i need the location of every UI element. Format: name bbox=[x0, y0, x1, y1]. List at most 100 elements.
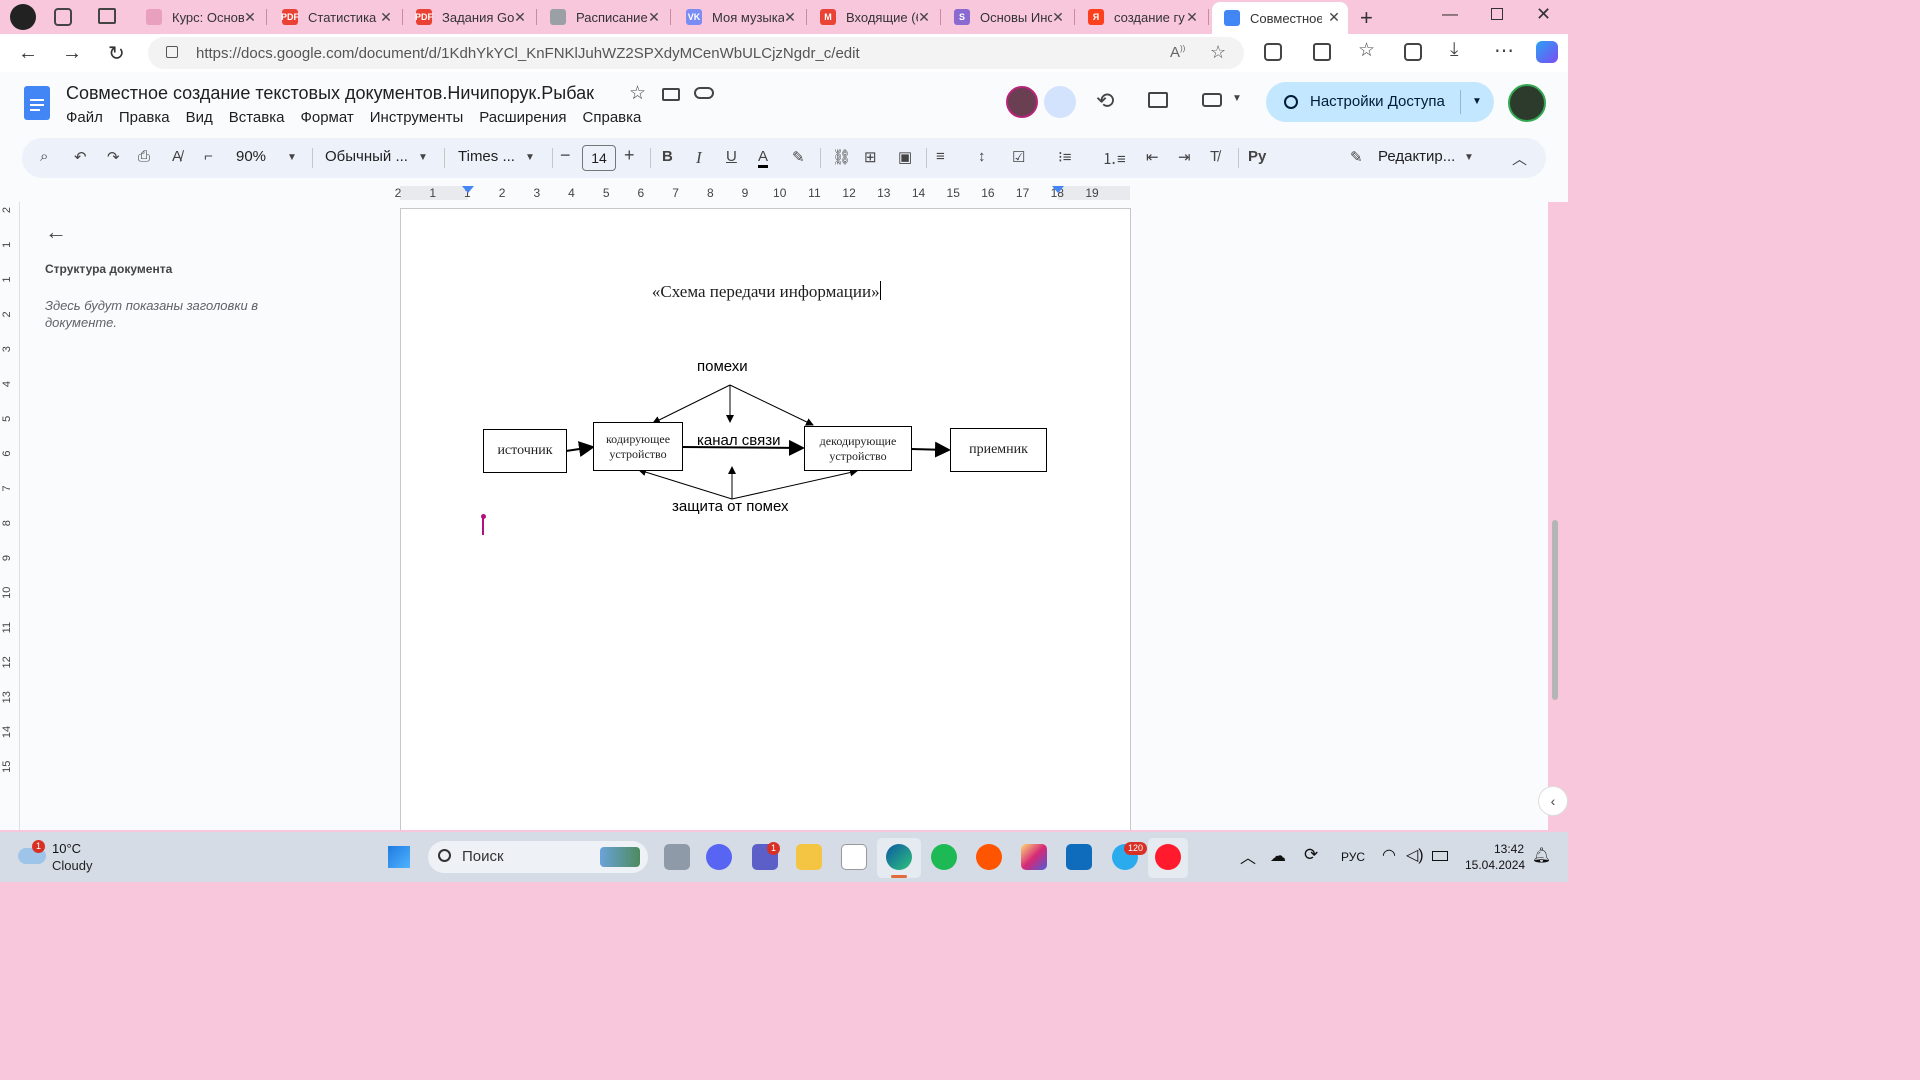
meet-present-icon[interactable] bbox=[1044, 86, 1076, 118]
add-comment-icon[interactable]: ⊞ bbox=[864, 148, 877, 166]
tab-close-icon[interactable]: ✕ bbox=[646, 9, 662, 26]
meet-icon[interactable] bbox=[1202, 93, 1222, 107]
underline-icon[interactable]: U bbox=[726, 148, 737, 165]
undo-icon[interactable]: ↶ bbox=[74, 148, 87, 166]
favorite-star-icon[interactable]: ☆ bbox=[1210, 42, 1226, 63]
wifi-icon[interactable]: ◠ bbox=[1382, 845, 1396, 865]
browser-tab[interactable]: VK Моя музыка ✕ bbox=[674, 2, 804, 32]
encoder-box[interactable]: кодирующее устройство bbox=[593, 422, 683, 471]
insert-image-icon[interactable]: ▣ bbox=[898, 148, 912, 166]
comments-icon[interactable] bbox=[1148, 92, 1168, 108]
tab-close-icon[interactable]: ✕ bbox=[1050, 9, 1066, 26]
paint-format-icon[interactable]: ⌐ bbox=[204, 148, 213, 165]
chevron-down-icon[interactable]: ▼ bbox=[1232, 93, 1242, 104]
menu-item[interactable]: Справка bbox=[583, 109, 642, 126]
font-size-input[interactable]: 14 bbox=[582, 145, 616, 171]
forward-icon[interactable]: → bbox=[62, 42, 82, 65]
tab-actions-icon[interactable] bbox=[98, 8, 116, 24]
document-title[interactable]: Совместное создание текстовых документов… bbox=[66, 83, 594, 104]
back-icon[interactable]: ← bbox=[18, 42, 38, 65]
numbered-list-icon[interactable]: ⒈≡ bbox=[1102, 148, 1126, 169]
increase-indent-icon[interactable]: ⇥ bbox=[1178, 148, 1191, 166]
browser-tab[interactable]: PDF Задания Go ✕ bbox=[404, 2, 534, 32]
menu-item[interactable]: Вставка bbox=[229, 109, 285, 126]
spotify-icon[interactable] bbox=[931, 844, 957, 870]
receiver-box[interactable]: приемник bbox=[950, 428, 1047, 472]
weather-condition[interactable]: Cloudy bbox=[52, 858, 92, 873]
microsoft-store-icon[interactable] bbox=[841, 844, 867, 870]
highlight-icon[interactable]: ✎ bbox=[792, 148, 805, 166]
tab-close-icon[interactable]: ✕ bbox=[1326, 9, 1342, 26]
show-hidden-icons[interactable]: ︿ bbox=[1240, 844, 1256, 868]
mode-dropdown-icon[interactable]: ▼ bbox=[1464, 152, 1474, 163]
align-icon[interactable]: ≡ bbox=[936, 148, 945, 165]
task-view-icon[interactable] bbox=[664, 844, 690, 870]
browser-tab[interactable]: Совместное ✕ bbox=[1212, 2, 1348, 34]
instagram-icon[interactable] bbox=[1021, 844, 1047, 870]
tab-close-icon[interactable]: ✕ bbox=[782, 9, 798, 26]
cloud-saved-icon[interactable] bbox=[694, 87, 714, 99]
clear-format-icon[interactable]: T̸ bbox=[1210, 148, 1219, 165]
tab-close-icon[interactable]: ✕ bbox=[512, 9, 528, 26]
font-select[interactable]: Times ... bbox=[458, 148, 515, 165]
discord-icon[interactable] bbox=[706, 844, 732, 870]
browser-tab[interactable]: Ясоздание гу ✕ bbox=[1076, 2, 1206, 32]
print-icon[interactable]: ⎙ bbox=[138, 148, 150, 165]
browser-tab[interactable]: Курс: Основ ✕ bbox=[134, 2, 264, 32]
decrease-indent-icon[interactable]: ⇤ bbox=[1146, 148, 1159, 166]
menu-item[interactable]: Правка bbox=[119, 109, 170, 126]
stack-app-icon[interactable] bbox=[1066, 844, 1092, 870]
style-dropdown-icon[interactable]: ▼ bbox=[418, 152, 428, 163]
increase-size-icon[interactable]: + bbox=[624, 145, 635, 166]
soundcloud-icon[interactable] bbox=[976, 844, 1002, 870]
expand-side-panel-button[interactable]: ‹ bbox=[1538, 786, 1568, 816]
weather-temp[interactable]: 10°C bbox=[52, 841, 81, 856]
edge-icon[interactable] bbox=[886, 844, 912, 870]
more-menu-icon[interactable]: ⋯ bbox=[1494, 38, 1514, 63]
menu-item[interactable]: Формат bbox=[300, 109, 353, 126]
zoom-dropdown-icon[interactable]: ▼ bbox=[287, 152, 297, 163]
opera-icon[interactable] bbox=[1155, 844, 1181, 870]
language-indicator[interactable]: РУС bbox=[1341, 850, 1365, 864]
decrease-size-icon[interactable]: − bbox=[560, 145, 571, 166]
browser-tab[interactable]: Расписание ✕ bbox=[538, 2, 668, 32]
minimize-button[interactable]: — bbox=[1442, 6, 1458, 24]
checklist-icon[interactable]: ☑ bbox=[1012, 148, 1025, 166]
close-window-button[interactable]: ✕ bbox=[1536, 4, 1551, 25]
taskbar-search[interactable]: Поиск bbox=[428, 841, 648, 873]
scrollbar-thumb[interactable] bbox=[1552, 520, 1558, 700]
mode-select[interactable]: Редактир... bbox=[1378, 148, 1455, 165]
decoder-box[interactable]: декодирующие устройство bbox=[804, 426, 912, 471]
site-info-icon[interactable] bbox=[166, 46, 178, 58]
battery-icon[interactable] bbox=[1432, 851, 1448, 861]
reload-icon[interactable]: ↻ bbox=[108, 41, 125, 66]
spellcheck-icon[interactable]: A̸ bbox=[172, 148, 182, 165]
extensions-icon[interactable] bbox=[1264, 43, 1282, 61]
source-box[interactable]: источник bbox=[483, 429, 567, 473]
vertical-ruler[interactable]: 2 1 1 2 3 4 5 6 7 8 9 10 11 12 13 14 15 bbox=[0, 202, 20, 830]
close-outline-icon[interactable]: ← bbox=[45, 219, 67, 245]
menu-item[interactable]: Инструменты bbox=[370, 109, 464, 126]
link-icon[interactable]: ⛓ bbox=[832, 148, 851, 166]
downloads-icon[interactable]: ⤓ bbox=[1450, 39, 1458, 61]
read-aloud-icon[interactable]: A)) bbox=[1170, 44, 1185, 61]
collapse-toolbar-icon[interactable]: ︿ bbox=[1512, 148, 1527, 169]
protection-label[interactable]: защита от помех bbox=[672, 498, 789, 515]
workspaces-icon[interactable] bbox=[54, 8, 72, 26]
tab-close-icon[interactable]: ✕ bbox=[242, 9, 258, 26]
line-spacing-icon[interactable]: ↕ bbox=[978, 148, 986, 165]
file-explorer-icon[interactable] bbox=[796, 844, 822, 870]
address-bar[interactable]: https://docs.google.com/document/d/1KdhY… bbox=[148, 37, 1244, 69]
sync-icon[interactable]: ⟳ bbox=[1304, 845, 1318, 865]
maximize-button[interactable] bbox=[1491, 8, 1503, 20]
browser-tab[interactable]: PDF Статистика ✕ bbox=[270, 2, 400, 32]
tab-close-icon[interactable]: ✕ bbox=[916, 9, 932, 26]
profile-avatar[interactable] bbox=[10, 4, 36, 30]
favorites-icon[interactable]: ☆ bbox=[1358, 39, 1375, 62]
menu-item[interactable]: Вид bbox=[186, 109, 213, 126]
bulleted-list-icon[interactable]: ⁝≡ bbox=[1058, 148, 1072, 166]
browser-tab[interactable]: M Входящие (6 ✕ bbox=[808, 2, 938, 32]
share-button[interactable]: Настройки Доступа ▼ bbox=[1266, 82, 1494, 122]
edit-mode-icon[interactable]: ✎ bbox=[1350, 148, 1363, 166]
style-select[interactable]: Обычный ... bbox=[325, 148, 408, 165]
